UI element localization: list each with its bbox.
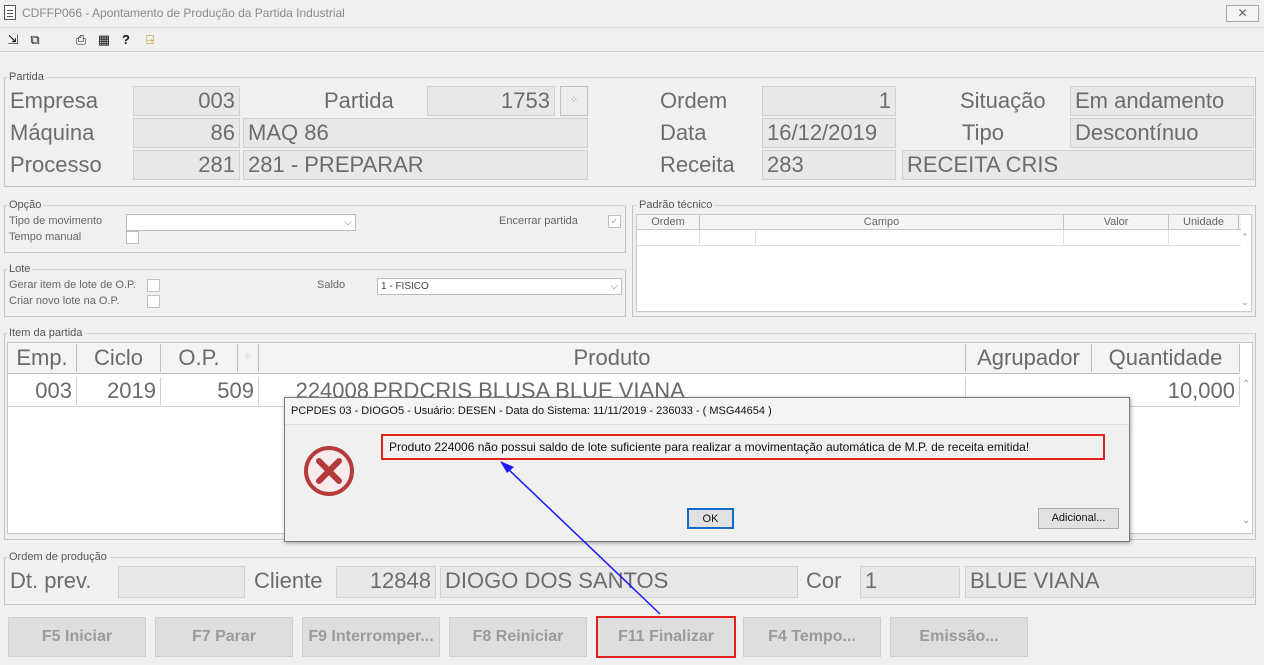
opcao-group-label: Opção — [7, 199, 44, 211]
cor-code-field[interactable]: 1 — [860, 566, 960, 598]
toolbar: ⇲ ⧉ ⎙ ▦ ? ⍈ — [0, 28, 1264, 52]
saldo-value: 1 - FISICO — [381, 281, 429, 292]
cell-ciclo: 2019 — [77, 377, 161, 405]
gerar-item-label: Gerar item de lote de O.P. — [9, 279, 136, 291]
padrao-tecnico-grid[interactable]: Ordem Campo Valor Unidade ⌃ ⌄ — [636, 214, 1252, 312]
criar-lote-checkbox[interactable] — [147, 295, 160, 308]
ordem-producao-label: Ordem de produção — [7, 551, 109, 563]
f11-finalizar-button[interactable]: F11 Finalizar — [596, 616, 736, 658]
scroll-down-icon[interactable]: ⌄ — [1242, 515, 1250, 526]
window-icon[interactable]: ⧉ — [27, 32, 43, 48]
partida-label: Partida — [324, 88, 394, 113]
col-ordem[interactable]: Ordem — [637, 215, 700, 229]
cliente-label: Cliente — [254, 568, 323, 593]
processo-code-field[interactable]: 281 — [133, 150, 240, 180]
receita-desc-field: RECEITA CRIS — [902, 150, 1254, 180]
maquina-desc-field: MAQ 86 — [243, 118, 588, 148]
encerrar-partida-label: Encerrar partida — [499, 215, 578, 227]
f9-interromper-button[interactable]: F9 Interromper... — [302, 617, 440, 657]
f4-tempo-button[interactable]: F4 Tempo... — [743, 617, 881, 657]
tipo-label: Tipo — [962, 120, 1004, 145]
grid-icon[interactable]: ▦ — [96, 32, 112, 48]
tipo-field[interactable]: Descontínuo — [1070, 118, 1254, 148]
saldo-label: Saldo — [317, 279, 346, 291]
col-unidade[interactable]: Unidade — [1169, 215, 1239, 229]
receita-label: Receita — [660, 152, 735, 177]
partida-field[interactable]: 1753 — [427, 86, 555, 116]
title-bar: CDFFP066 - Apontamento de Produção da Pa… — [0, 0, 1264, 28]
situacao-label: Situação — [960, 88, 1046, 113]
col-sort-icon[interactable]: ⁘ — [238, 344, 259, 372]
gerar-item-checkbox[interactable] — [147, 279, 160, 292]
f5-iniciar-button[interactable]: F5 Iniciar — [8, 617, 146, 657]
f8-reiniciar-button[interactable]: F8 Reiniciar — [449, 617, 587, 657]
criar-lote-label: Criar novo lote na O.P. — [9, 295, 120, 307]
scroll-up-icon[interactable]: ⌃ — [1241, 232, 1249, 243]
adicional-button[interactable]: Adicional... — [1038, 508, 1119, 529]
chevron-down-icon: ⌵ — [344, 217, 352, 228]
error-icon — [303, 445, 355, 497]
help-icon[interactable]: ? — [119, 32, 133, 48]
saldo-select[interactable]: 1 - FISICO ⌵ — [377, 278, 622, 295]
exit-icon[interactable]: ⇲ — [5, 32, 21, 48]
scroll-down-icon[interactable]: ⌄ — [1241, 297, 1249, 308]
empresa-field[interactable]: 003 — [133, 86, 240, 116]
col-campo[interactable]: Campo — [700, 215, 1064, 229]
data-field[interactable]: 16/12/2019 — [762, 118, 896, 148]
col-ciclo[interactable]: Ciclo — [77, 344, 161, 372]
tempo-manual-label: Tempo manual — [9, 231, 82, 243]
dialog-message: Produto 224006 não possui saldo de lote … — [381, 434, 1105, 460]
window-title: CDFFP066 - Apontamento de Produção da Pa… — [22, 6, 345, 20]
receita-code-field[interactable]: 283 — [762, 150, 896, 180]
print-icon[interactable]: ⎙ — [72, 32, 90, 48]
tipo-movimento-label: Tipo de movimento — [9, 215, 103, 227]
padrao-tecnico-label: Padrão técnico — [637, 199, 715, 211]
cell-op: 509 — [161, 377, 259, 405]
cor-name-field: BLUE VIANA — [965, 566, 1254, 598]
encerrar-partida-checkbox[interactable]: ✓ — [608, 215, 621, 228]
cliente-name-field: DIOGO DOS SANTOS — [440, 566, 798, 598]
f7-parar-button[interactable]: F7 Parar — [155, 617, 293, 657]
cell-emp: 003 — [8, 377, 77, 405]
col-op[interactable]: O.P. — [161, 344, 238, 372]
maquina-label: Máquina — [10, 120, 95, 145]
dtprev-label: Dt. prev. — [10, 568, 92, 593]
close-button[interactable]: ✕ — [1226, 5, 1259, 22]
ok-button[interactable]: OK — [687, 508, 734, 529]
ordem-label: Ordem — [660, 88, 728, 113]
lote-group-label: Lote — [7, 263, 33, 275]
partida-group-label: Partida — [7, 71, 46, 83]
door-icon[interactable]: ⍈ — [142, 32, 158, 48]
tempo-manual-checkbox[interactable] — [126, 231, 139, 244]
processo-label: Processo — [10, 152, 102, 177]
dialog-title: PCPDES 03 - DIOGO5 - Usuário: DESEN - Da… — [285, 398, 1129, 425]
ordem-field[interactable]: 1 — [762, 86, 896, 116]
item-partida-label: Item da partida — [7, 327, 85, 339]
partida-lookup-button[interactable]: ⁘ — [560, 86, 588, 116]
app-icon — [4, 5, 16, 20]
processo-desc-field: 281 - PREPARAR — [243, 150, 588, 180]
maquina-code-field[interactable]: 86 — [133, 118, 240, 148]
chevron-down-icon: ⌵ — [610, 281, 618, 292]
scroll-up-icon[interactable]: ⌃ — [1242, 379, 1250, 390]
empresa-label: Empresa — [10, 88, 99, 113]
tipo-movimento-select[interactable]: ⌵ — [126, 214, 356, 231]
col-produto[interactable]: Produto — [259, 344, 966, 372]
col-emp[interactable]: Emp. — [8, 344, 77, 372]
data-label: Data — [660, 120, 707, 145]
error-dialog: PCPDES 03 - DIOGO5 - Usuário: DESEN - Da… — [284, 397, 1130, 542]
table-row[interactable] — [637, 230, 1241, 246]
col-quantidade[interactable]: Quantidade — [1092, 344, 1240, 372]
emissao-button[interactable]: Emissão... — [890, 617, 1028, 657]
cliente-code-field[interactable]: 12848 — [336, 566, 436, 598]
dtprev-field[interactable] — [118, 566, 245, 598]
col-valor[interactable]: Valor — [1064, 215, 1169, 229]
situacao-field[interactable]: Em andamento — [1070, 86, 1254, 116]
cor-label: Cor — [806, 568, 842, 593]
col-agrupador[interactable]: Agrupador — [966, 344, 1092, 372]
